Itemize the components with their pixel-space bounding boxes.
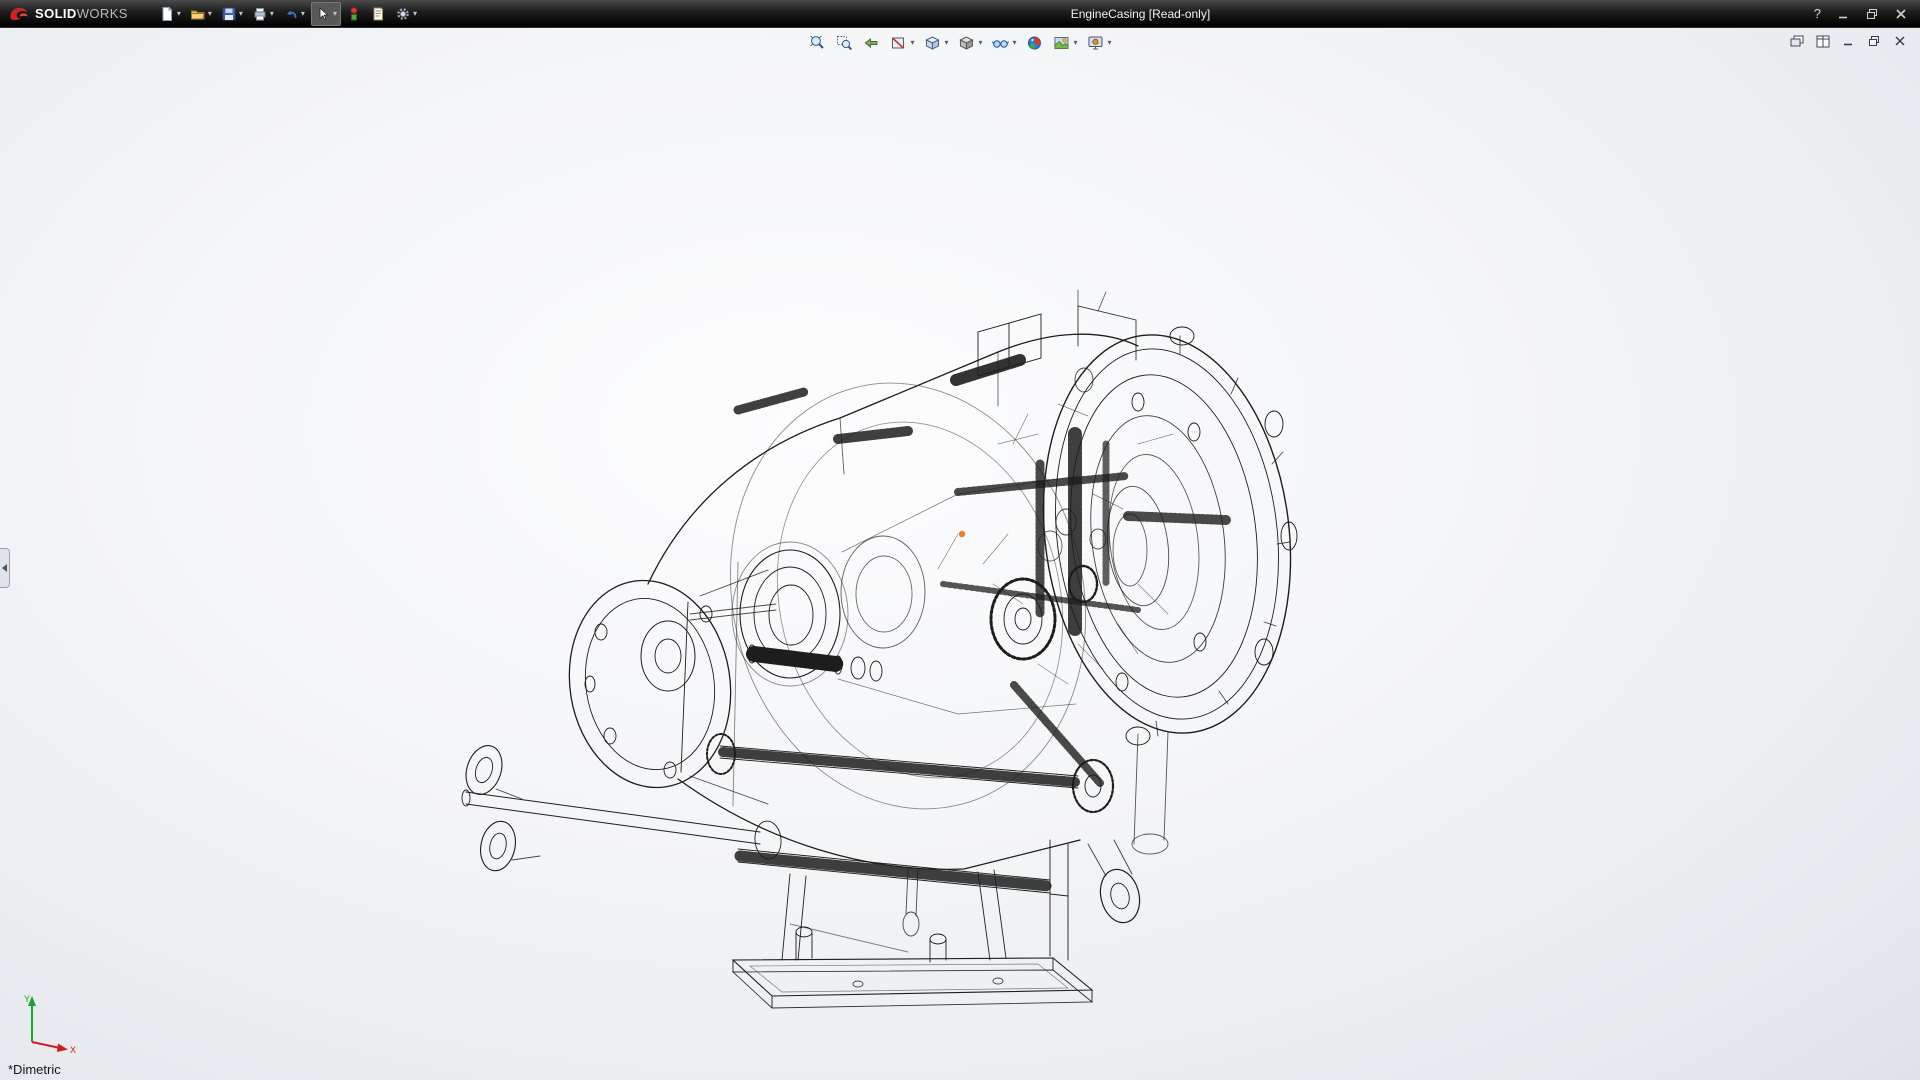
cad-model-wireframe[interactable] [438,284,1298,1024]
main-toolbar: ▾ ▾ ▾ ▾ [156,2,420,26]
heads-up-toolbar: ▾ ▾ ▾ ▾ [807,33,1112,53]
undo-dropdown-caret[interactable]: ▾ [301,10,305,18]
options-dropdown-caret[interactable]: ▾ [413,10,417,18]
tile-windows-button[interactable] [1815,34,1830,48]
triad-x-label: X [70,1045,76,1054]
close-window-button[interactable] [1894,7,1908,21]
restore-document-button[interactable] [1867,34,1882,48]
solidworks-brand: SOLIDWORKS [0,5,142,23]
restore-window-button[interactable] [1865,7,1879,21]
undo-button[interactable]: ▾ [280,2,308,26]
zoom-to-fit-icon [808,34,826,52]
minimize-icon [1837,8,1849,20]
previous-view-button[interactable] [861,33,881,53]
save-floppy-icon [221,6,237,22]
feature-manager-collapsed-tab[interactable] [0,548,10,588]
file-properties-icon [370,6,386,22]
view-settings-icon [1087,34,1105,52]
close-icon [1895,8,1907,20]
apply-scene-button[interactable]: ▾ [1052,33,1079,53]
select-cursor-icon [315,6,331,22]
cascade-windows-icon [1790,35,1804,48]
model-housing[interactable] [1022,321,1313,748]
restore-document-icon [1868,35,1881,47]
minimize-window-button[interactable] [1836,7,1850,21]
apply-scene-caret[interactable]: ▾ [1074,39,1078,47]
brand-text-works: WORKS [77,6,128,21]
restore-icon [1866,8,1878,20]
undo-arrow-icon [283,6,299,22]
window-controls: ? [1814,6,1920,21]
document-window-controls [1789,34,1908,48]
view-orientation-caret[interactable]: ▾ [944,39,948,47]
print-dropdown-caret[interactable]: ▾ [270,10,274,18]
open-button[interactable]: ▾ [187,2,215,26]
options-gear-icon [395,6,411,22]
model-flange[interactable] [555,569,768,804]
open-folder-icon [190,6,206,22]
section-view-caret[interactable]: ▾ [910,39,914,47]
new-document-icon [159,6,175,22]
edit-appearance-button[interactable] [1025,33,1045,53]
edit-appearance-ball-icon [1026,34,1044,52]
zoom-to-fit-button[interactable] [807,33,827,53]
section-view-icon [889,34,907,52]
orientation-triad: Y X [16,990,86,1054]
window-title: EngineCasing [Read-only] [1071,0,1210,28]
select-dropdown-caret[interactable]: ▾ [333,10,337,18]
model-bracket-right[interactable] [1088,840,1145,927]
section-view-button[interactable]: ▾ [888,33,915,53]
origin-marker [959,531,965,537]
view-orientation-button[interactable]: ▾ [922,33,949,53]
title-bar: SOLIDWORKS ▾ ▾ ▾ [0,0,1920,28]
new-document-button[interactable]: ▾ [156,2,184,26]
hide-show-items-glasses-icon [992,34,1010,52]
print-button[interactable]: ▾ [249,2,277,26]
solidworks-logo-icon [8,6,30,22]
zoom-to-area-button[interactable] [834,33,854,53]
flyout-arrow-icon [2,564,7,572]
save-button[interactable]: ▾ [218,2,246,26]
new-dropdown-caret[interactable]: ▾ [177,10,181,18]
model-bracket-left[interactable] [460,741,540,874]
hide-show-items-button[interactable]: ▾ [991,33,1018,53]
file-properties-button[interactable] [367,2,389,26]
view-settings-button[interactable]: ▾ [1086,33,1113,53]
display-style-caret[interactable]: ▾ [978,39,982,47]
options-button[interactable]: ▾ [392,2,420,26]
open-dropdown-caret[interactable]: ▾ [208,10,212,18]
close-document-icon [1894,35,1907,47]
triad-y-label: Y [24,994,30,1004]
apply-scene-icon [1053,34,1071,52]
display-style-button[interactable]: ▾ [956,33,983,53]
brand-text-solid: SOLID [35,6,77,21]
view-orientation-label: *Dimetric [8,1062,61,1077]
previous-view-icon [862,34,880,52]
close-document-button[interactable] [1893,34,1908,48]
view-settings-caret[interactable]: ▾ [1108,39,1112,47]
xpress-products-button[interactable] [344,2,364,26]
graphics-area[interactable]: ▾ ▾ ▾ ▾ [0,28,1920,1080]
minimize-document-icon [1842,35,1855,47]
help-button[interactable]: ? [1814,6,1821,21]
select-button[interactable]: ▾ [311,2,341,26]
view-orientation-cube-icon [923,34,941,52]
zoom-to-area-icon [835,34,853,52]
tile-windows-icon [1816,35,1830,48]
cascade-windows-button[interactable] [1789,34,1804,48]
save-dropdown-caret[interactable]: ▾ [239,10,243,18]
hide-show-items-caret[interactable]: ▾ [1013,39,1017,47]
display-style-icon [957,34,975,52]
xpress-products-icon [347,6,361,22]
minimize-document-button[interactable] [1841,34,1856,48]
print-icon [252,6,268,22]
